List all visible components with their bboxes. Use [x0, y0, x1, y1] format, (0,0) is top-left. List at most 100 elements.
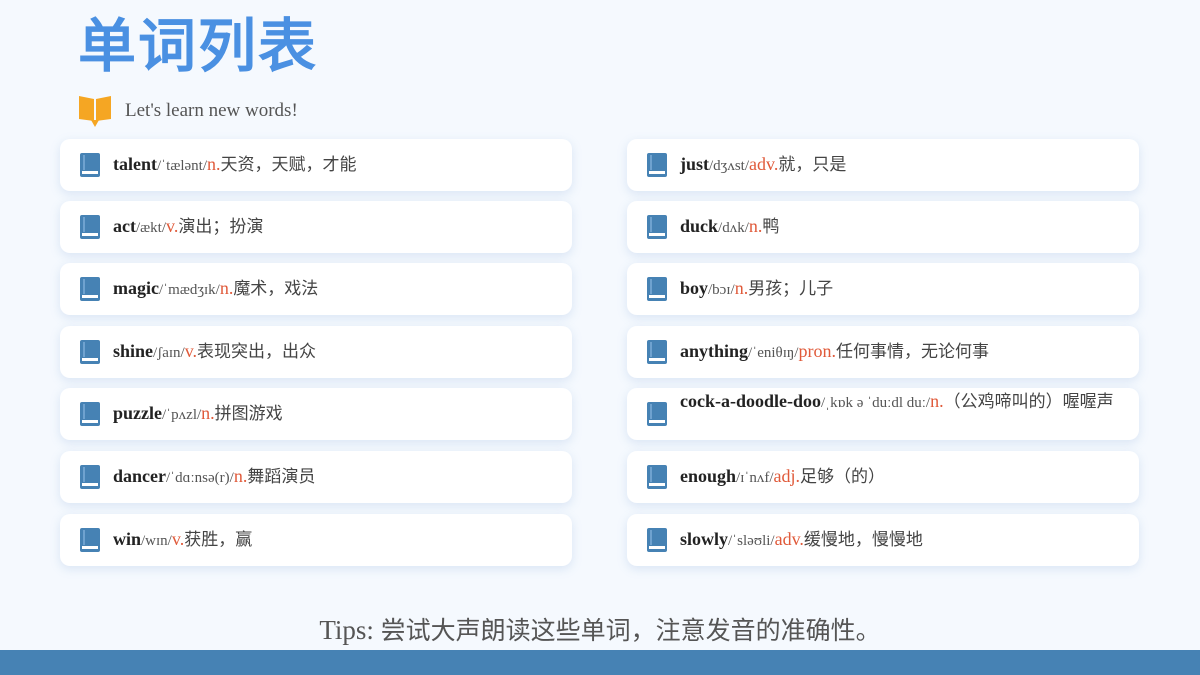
- part-of-speech: n.: [201, 403, 215, 423]
- word: win: [113, 529, 142, 549]
- meaning: 男孩；儿子: [748, 279, 834, 299]
- word-entry: just/dʒʌst/adv.就，只是: [680, 151, 1123, 179]
- book-icon: [647, 215, 667, 239]
- book-icon: [80, 465, 100, 489]
- word-card: win/wɪn/v.获胜，赢: [60, 514, 572, 566]
- word: enough: [680, 466, 737, 486]
- word: just: [680, 154, 710, 174]
- word-entry: win/wɪn/v.获胜，赢: [113, 526, 556, 554]
- phonetic: /ˌkɒk ə ˈduːdl duː/: [821, 395, 931, 411]
- word-card: slowly/ˈsləʊli/adv.缓慢地，慢慢地: [627, 514, 1139, 566]
- word-card: cock-a-doodle-doo/ˌkɒk ə ˈduːdl duː/n.（公…: [627, 388, 1139, 440]
- phonetic: /ˈeniθɪŋ/: [748, 345, 799, 361]
- part-of-speech: adv.: [774, 529, 804, 549]
- phonetic: /ˈpʌzl/: [162, 407, 202, 423]
- book-icon: [647, 340, 667, 364]
- word: dancer: [113, 466, 166, 486]
- meaning: 魔术，戏法: [233, 279, 319, 299]
- word-card: puzzle/ˈpʌzl/n.拼图游戏: [60, 388, 572, 440]
- footer-bar: [0, 650, 1200, 675]
- phonetic: /ækt/: [135, 220, 166, 236]
- book-icon: [647, 153, 667, 177]
- meaning: 获胜，赢: [184, 530, 253, 550]
- word: shine: [113, 341, 154, 361]
- part-of-speech: n.: [219, 278, 234, 298]
- word-card: anything/ˈeniθɪŋ/pron.任何事情，无论何事: [627, 326, 1139, 378]
- meaning: 足够（的）: [800, 467, 886, 487]
- book-icon: [647, 528, 667, 552]
- part-of-speech: n.: [734, 278, 749, 298]
- book-icon: [80, 402, 100, 426]
- phonetic: /ɪˈnʌf/: [736, 470, 774, 486]
- book-icon: [647, 402, 667, 426]
- word-card: dancer/ˈdɑːnsə(r)/n.舞蹈演员: [60, 451, 572, 503]
- word: cock-a-doodle-doo: [680, 391, 821, 411]
- word-entry: anything/ˈeniθɪŋ/pron.任何事情，无论何事: [680, 338, 1123, 366]
- meaning: 天资，天赋，才能: [220, 155, 357, 175]
- slide: { "title": "单词列表", "subtitle": "Let's le…: [0, 0, 1200, 675]
- part-of-speech: v.: [184, 341, 198, 361]
- phonetic: /dʒʌst/: [709, 158, 750, 174]
- part-of-speech: n.: [748, 216, 763, 236]
- part-of-speech: v.: [166, 216, 179, 236]
- word-card: talent/ˈtælənt/n.天资，天赋，才能: [60, 139, 572, 191]
- phonetic: /wɪn/: [141, 533, 172, 549]
- word-entry: act/ækt/v.演出；扮演: [113, 213, 556, 241]
- part-of-speech: n.: [207, 154, 221, 174]
- word-card: magic/ˈmædʒɪk/n.魔术，戏法: [60, 263, 572, 315]
- meaning: 缓慢地，慢慢地: [803, 530, 923, 550]
- word-card: shine/ʃaɪn/v.表现突出，出众: [60, 326, 572, 378]
- part-of-speech: n.: [233, 466, 248, 486]
- meaning: 鸭: [762, 217, 780, 237]
- word: act: [113, 216, 136, 236]
- word-entry: shine/ʃaɪn/v.表现突出，出众: [113, 338, 556, 366]
- meaning: 就，只是: [778, 155, 847, 175]
- word-card: act/ækt/v.演出；扮演: [60, 201, 572, 253]
- part-of-speech: n.: [930, 391, 944, 411]
- phonetic: /ˈmædʒɪk/: [158, 282, 220, 298]
- meaning: 舞蹈演员: [247, 467, 316, 487]
- word-entry: boy/bɔɪ/n.男孩；儿子: [680, 275, 1123, 303]
- phonetic: /dʌk/: [718, 220, 749, 236]
- word-entry: dancer/ˈdɑːnsə(r)/n.舞蹈演员: [113, 463, 556, 491]
- meaning: 演出；扮演: [178, 217, 264, 237]
- word: duck: [680, 216, 719, 236]
- tips-text: Tips: 尝试大声朗读这些单词，注意发音的准确性。: [0, 612, 1200, 649]
- phonetic: /ˈtælənt/: [157, 158, 207, 174]
- word: puzzle: [113, 403, 162, 423]
- tips-content: 尝试大声朗读这些单词，注意发音的准确性。: [380, 616, 881, 645]
- book-icon: [647, 277, 667, 301]
- meaning: （公鸡啼叫的）喔喔声: [943, 392, 1114, 412]
- word-card: duck/dʌk/n.鸭: [627, 201, 1139, 253]
- word-card: boy/bɔɪ/n.男孩；儿子: [627, 263, 1139, 315]
- phonetic: /bɔɪ/: [708, 282, 735, 298]
- subtitle: Let's learn new words!: [125, 100, 298, 121]
- book-icon: [80, 215, 100, 239]
- word-entry: puzzle/ˈpʌzl/n.拼图游戏: [113, 400, 556, 428]
- book-icon: [80, 528, 100, 552]
- book-icon: [80, 340, 100, 364]
- word-entry: magic/ˈmædʒɪk/n.魔术，戏法: [113, 275, 556, 303]
- phonetic: /ˈdɑːnsə(r)/: [166, 470, 234, 486]
- book-icon: [80, 277, 100, 301]
- meaning: 任何事情，无论何事: [835, 342, 989, 362]
- word: slowly: [680, 529, 729, 549]
- book-icon: [80, 153, 100, 177]
- page-title: 单词列表: [78, 12, 319, 80]
- subtitle-row: Let's learn new words!: [78, 94, 298, 128]
- part-of-speech: pron.: [798, 341, 836, 361]
- part-of-speech: adj.: [773, 466, 801, 486]
- part-of-speech: v.: [171, 529, 185, 549]
- word: anything: [680, 341, 749, 361]
- word: talent: [113, 154, 157, 174]
- word-entry: slowly/ˈsləʊli/adv.缓慢地，慢慢地: [680, 526, 1123, 554]
- phonetic: /ʃaɪn/: [153, 345, 185, 361]
- word-entry: enough/ɪˈnʌf/adj.足够（的）: [680, 463, 1123, 491]
- word-card: enough/ɪˈnʌf/adj.足够（的）: [627, 451, 1139, 503]
- part-of-speech: adv.: [749, 154, 779, 174]
- word-entry: talent/ˈtælənt/n.天资，天赋，才能: [113, 151, 556, 179]
- meaning: 拼图游戏: [214, 404, 283, 424]
- word: magic: [113, 278, 159, 298]
- book-icon: [647, 465, 667, 489]
- tips-prefix: Tips:: [319, 615, 381, 645]
